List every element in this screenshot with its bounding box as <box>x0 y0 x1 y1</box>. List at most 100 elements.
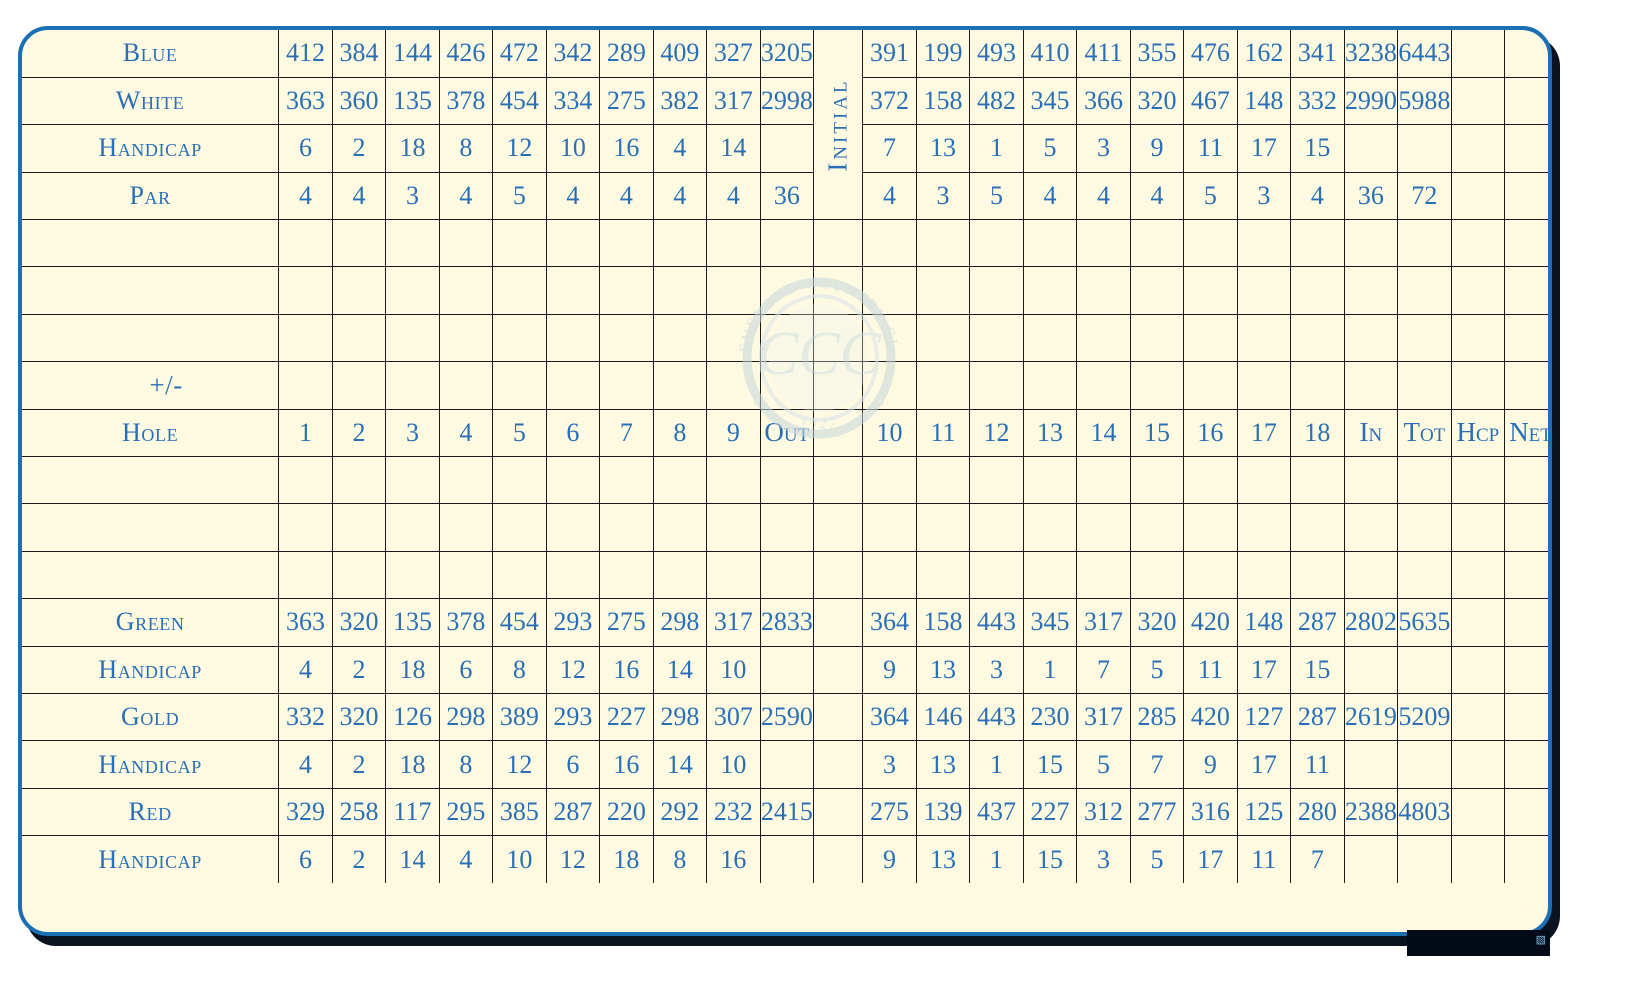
p3-h13[interactable] <box>1022 313 1078 363</box>
player-6-name[interactable] <box>22 550 280 600</box>
p5-h11[interactable] <box>915 503 971 552</box>
p1-h16[interactable] <box>1183 219 1238 268</box>
p6-h9[interactable] <box>706 550 761 600</box>
pm-out[interactable] <box>759 361 815 410</box>
pm-h14[interactable] <box>1076 361 1131 410</box>
p5-h3[interactable] <box>385 503 440 552</box>
pm-h10[interactable] <box>862 361 917 410</box>
p5-net[interactable] <box>1504 503 1548 552</box>
p5-h16[interactable] <box>1183 503 1238 552</box>
green-net[interactable] <box>1504 598 1548 647</box>
p4-h6[interactable] <box>545 456 601 505</box>
white-net[interactable] <box>1504 76 1548 126</box>
pm-tot[interactable] <box>1397 361 1452 410</box>
p1-in[interactable] <box>1343 219 1399 268</box>
pm-h16[interactable] <box>1183 361 1238 410</box>
p6-initial[interactable] <box>813 550 864 600</box>
p4-h14[interactable] <box>1076 456 1131 505</box>
p3-h5[interactable] <box>492 313 547 363</box>
p1-h5[interactable] <box>492 219 547 268</box>
p3-h4[interactable] <box>438 313 494 363</box>
pm-h13[interactable] <box>1022 361 1078 410</box>
p2-h8[interactable] <box>652 266 708 315</box>
p1-hcp[interactable] <box>1450 219 1506 268</box>
p1-h1[interactable] <box>278 219 333 268</box>
pm-h8[interactable] <box>652 361 708 410</box>
p4-h15[interactable] <box>1129 456 1185 505</box>
p1-h17[interactable] <box>1236 219 1292 268</box>
p4-out[interactable] <box>759 456 815 505</box>
p5-h7[interactable] <box>599 503 654 552</box>
p1-h7[interactable] <box>599 219 654 268</box>
par-hcp[interactable] <box>1450 171 1506 221</box>
p3-h1[interactable] <box>278 313 333 363</box>
p5-h1[interactable] <box>278 503 333 552</box>
p6-net[interactable] <box>1504 550 1548 600</box>
pm-h18[interactable] <box>1290 361 1345 410</box>
p2-h12[interactable] <box>969 266 1024 315</box>
pm-h7[interactable] <box>599 361 654 410</box>
hcptop-hcp[interactable] <box>1450 124 1506 173</box>
p4-h7[interactable] <box>599 456 654 505</box>
p1-out[interactable] <box>759 219 815 268</box>
p6-h6[interactable] <box>545 550 601 600</box>
p1-initial[interactable] <box>813 219 864 268</box>
p2-out[interactable] <box>759 266 815 315</box>
p6-h8[interactable] <box>652 550 708 600</box>
hcptop-net[interactable] <box>1504 124 1548 173</box>
p5-h15[interactable] <box>1129 503 1185 552</box>
p6-h1[interactable] <box>278 550 333 600</box>
pm-h6[interactable] <box>545 361 601 410</box>
p1-h12[interactable] <box>969 219 1024 268</box>
p2-h9[interactable] <box>706 266 761 315</box>
p5-h10[interactable] <box>862 503 917 552</box>
p4-h5[interactable] <box>492 456 547 505</box>
p2-hcp[interactable] <box>1450 266 1506 315</box>
p3-h14[interactable] <box>1076 313 1131 363</box>
p3-net[interactable] <box>1504 313 1548 363</box>
p6-h2[interactable] <box>331 550 387 600</box>
p2-in[interactable] <box>1343 266 1399 315</box>
p6-hcp[interactable] <box>1450 550 1506 600</box>
p1-h13[interactable] <box>1022 219 1078 268</box>
p4-hcp[interactable] <box>1450 456 1506 505</box>
red-hcp[interactable] <box>1450 787 1506 837</box>
p2-h5[interactable] <box>492 266 547 315</box>
pm-net[interactable] <box>1504 361 1548 410</box>
p4-h10[interactable] <box>862 456 917 505</box>
p5-h14[interactable] <box>1076 503 1131 552</box>
blue-net[interactable] <box>1504 30 1548 78</box>
gold-hcp[interactable] <box>1450 692 1506 742</box>
p5-h12[interactable] <box>969 503 1024 552</box>
p1-h6[interactable] <box>545 219 601 268</box>
p3-out[interactable] <box>759 313 815 363</box>
p3-h7[interactable] <box>599 313 654 363</box>
p2-initial[interactable] <box>813 266 864 315</box>
gold-initial[interactable] <box>813 692 864 742</box>
p4-h18[interactable] <box>1290 456 1345 505</box>
p4-h11[interactable] <box>915 456 971 505</box>
p3-h8[interactable] <box>652 313 708 363</box>
p1-net[interactable] <box>1504 219 1548 268</box>
pm-h2[interactable] <box>331 361 387 410</box>
p2-h3[interactable] <box>385 266 440 315</box>
pm-h5[interactable] <box>492 361 547 410</box>
p3-h11[interactable] <box>915 313 971 363</box>
p6-h15[interactable] <box>1129 550 1185 600</box>
hcpg-initial[interactable] <box>813 645 864 694</box>
p6-h5[interactable] <box>492 550 547 600</box>
hcpr-hcp[interactable] <box>1450 835 1506 884</box>
p4-tot[interactable] <box>1397 456 1452 505</box>
p6-h4[interactable] <box>438 550 494 600</box>
p5-h2[interactable] <box>331 503 387 552</box>
player-3-name[interactable] <box>22 313 280 363</box>
p5-h6[interactable] <box>545 503 601 552</box>
p5-h18[interactable] <box>1290 503 1345 552</box>
pm-in[interactable] <box>1343 361 1399 410</box>
p6-in[interactable] <box>1343 550 1399 600</box>
green-hcp[interactable] <box>1450 598 1506 647</box>
p5-h4[interactable] <box>438 503 494 552</box>
p4-h3[interactable] <box>385 456 440 505</box>
p2-h11[interactable] <box>915 266 971 315</box>
p4-h4[interactable] <box>438 456 494 505</box>
